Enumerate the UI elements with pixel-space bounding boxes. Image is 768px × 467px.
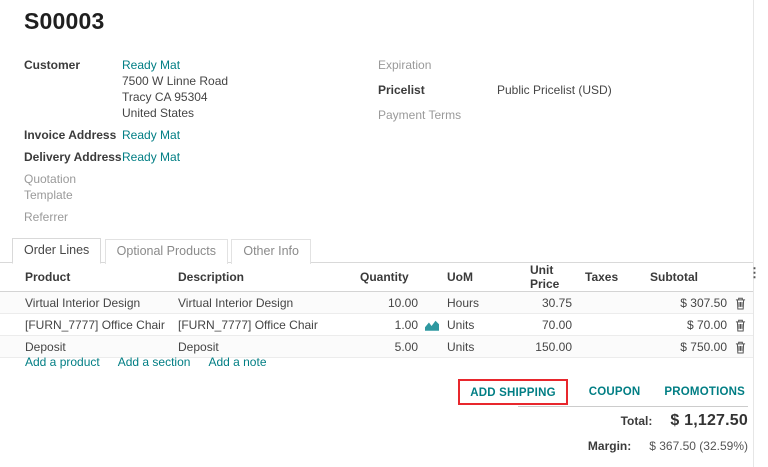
notebook-tabs: Order Lines Optional Products Other Info <box>0 238 753 263</box>
field-expiration: Expiration <box>378 57 738 73</box>
order-line-row[interactable]: [FURN_7777] Office Chair [FURN_7777] Off… <box>0 314 753 336</box>
margin-row: Margin: $ 367.50 (32.59%) <box>518 439 748 453</box>
field-customer: Customer Ready Mat 7500 W Linne Road Tra… <box>24 57 364 121</box>
trash-icon <box>735 317 746 331</box>
delete-line-button[interactable] <box>727 336 753 358</box>
field-payment-terms: Payment Terms <box>378 107 738 123</box>
col-header-product[interactable]: Product <box>0 263 170 292</box>
total-label: Total: <box>621 414 653 428</box>
order-actions: ADD SHIPPING COUPON PROMOTIONS <box>0 378 745 406</box>
forecast-icon[interactable] <box>418 318 445 332</box>
unit-price-cell[interactable]: 70.00 <box>530 314 574 336</box>
delete-line-button[interactable] <box>727 314 753 336</box>
add-a-product-link[interactable]: Add a product <box>25 355 100 369</box>
payment-terms-label: Payment Terms <box>378 107 497 123</box>
promotions-button[interactable]: PROMOTIONS <box>664 386 745 398</box>
totals-footer: Total: $ 1,127.50 Margin: $ 367.50 (32.5… <box>518 406 748 453</box>
table-header-row: Product Description Quantity UoM Unit Pr… <box>0 263 753 292</box>
subtotal-cell: $ 70.00 <box>650 314 727 336</box>
invoice-address-label: Invoice Address <box>24 127 122 143</box>
total-value: $ 1,127.50 <box>670 412 748 430</box>
subtotal-cell: $ 750.00 <box>650 336 727 358</box>
add-a-section-link[interactable]: Add a section <box>118 355 191 369</box>
unit-price-cell[interactable]: 150.00 <box>530 336 574 358</box>
sale-order-form: S00003 Customer Ready Mat 7500 W Linne R… <box>0 0 768 467</box>
taxes-cell[interactable] <box>574 292 650 314</box>
quotation-template-label: Quotation Template <box>24 171 122 203</box>
field-invoice-address: Invoice Address Ready Mat <box>24 127 364 143</box>
col-header-unit-price[interactable]: Unit Price <box>530 263 574 292</box>
field-delivery-address: Delivery Address Ready Mat <box>24 149 364 165</box>
description-cell[interactable]: Virtual Interior Design <box>170 292 360 314</box>
trash-icon <box>735 339 746 353</box>
delivery-address-label: Delivery Address <box>24 149 122 165</box>
uom-cell[interactable]: Units <box>445 314 530 336</box>
quantity-cell[interactable]: 10.00 <box>360 292 418 314</box>
coupon-button[interactable]: COUPON <box>589 386 641 398</box>
uom-cell[interactable]: Hours <box>445 292 530 314</box>
total-row: Total: $ 1,127.50 <box>518 412 748 430</box>
unit-price-cell[interactable]: 30.75 <box>530 292 574 314</box>
address-line: United States <box>122 105 228 121</box>
customer-label: Customer <box>24 57 122 121</box>
address-line: 7500 W Linne Road <box>122 73 228 89</box>
tab-optional-products[interactable]: Optional Products <box>105 239 228 264</box>
quantity-cell[interactable]: 5.00 <box>360 336 418 358</box>
pricelist-label: Pricelist <box>378 82 497 98</box>
col-header-uom[interactable]: UoM <box>445 263 530 292</box>
field-referrer: Referrer <box>24 209 364 225</box>
invoice-address-value-link[interactable]: Ready Mat <box>122 127 180 143</box>
margin-value: $ 367.50 (32.59%) <box>649 439 748 453</box>
subtotal-cell: $ 307.50 <box>650 292 727 314</box>
description-cell[interactable]: [FURN_7777] Office Chair <box>170 314 360 336</box>
field-group-right: Expiration Pricelist Public Pricelist (U… <box>378 57 738 132</box>
add-shipping-button[interactable]: ADD SHIPPING <box>470 387 555 399</box>
tab-other-info[interactable]: Other Info <box>231 239 311 264</box>
product-cell[interactable]: [FURN_7777] Office Chair <box>0 314 170 336</box>
col-header-quantity[interactable]: Quantity <box>360 263 418 292</box>
uom-cell[interactable]: Units <box>445 336 530 358</box>
col-header-taxes[interactable]: Taxes <box>574 263 650 292</box>
field-pricelist: Pricelist Public Pricelist (USD) <box>378 82 738 98</box>
quantity-cell[interactable]: 1.00 <box>360 314 418 336</box>
add-shipping-highlight-box: ADD SHIPPING <box>458 379 567 405</box>
page-title: S00003 <box>24 8 105 35</box>
tab-order-lines[interactable]: Order Lines <box>12 238 101 264</box>
order-line-row[interactable]: Virtual Interior Design Virtual Interior… <box>0 292 753 314</box>
trash-icon <box>735 295 746 309</box>
col-header-subtotal[interactable]: Subtotal <box>650 263 727 292</box>
customer-address: 7500 W Linne Road Tracy CA 95304 United … <box>122 73 228 121</box>
sheet-border <box>753 0 754 467</box>
address-line: Tracy CA 95304 <box>122 89 228 105</box>
product-cell[interactable]: Virtual Interior Design <box>0 292 170 314</box>
field-quotation-template: Quotation Template <box>24 171 364 203</box>
add-a-note-link[interactable]: Add a note <box>208 355 266 369</box>
line-add-links: Add a product Add a section Add a note <box>25 355 267 369</box>
col-header-description[interactable]: Description <box>170 263 360 292</box>
pricelist-value[interactable]: Public Pricelist (USD) <box>497 82 612 98</box>
delete-line-button[interactable] <box>727 292 753 314</box>
field-group-left: Customer Ready Mat 7500 W Linne Road Tra… <box>24 57 364 231</box>
column-options-icon[interactable]: ⋮ <box>748 266 761 280</box>
taxes-cell[interactable] <box>574 314 650 336</box>
order-lines-table: Product Description Quantity UoM Unit Pr… <box>0 263 753 358</box>
referrer-label: Referrer <box>24 209 122 225</box>
expiration-label: Expiration <box>378 57 497 73</box>
margin-label: Margin: <box>588 439 631 453</box>
customer-value-link[interactable]: Ready Mat <box>122 58 180 72</box>
taxes-cell[interactable] <box>574 336 650 358</box>
delivery-address-value-link[interactable]: Ready Mat <box>122 149 180 165</box>
